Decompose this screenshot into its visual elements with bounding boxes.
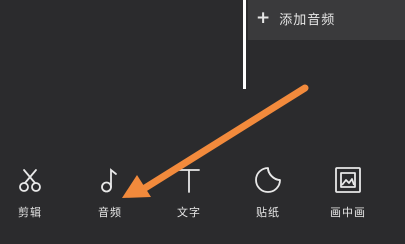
- sticker-icon: [255, 167, 281, 193]
- audio-button[interactable]: 音频: [78, 165, 142, 225]
- bottom-toolbar: 剪辑 音频 文字 贴纸 画中画: [0, 165, 405, 225]
- plus-icon: +: [256, 7, 272, 28]
- playhead[interactable]: [243, 0, 246, 89]
- add-audio-button[interactable]: + 添加音频: [256, 7, 335, 29]
- scissors-icon: [19, 169, 41, 192]
- add-audio-label: 添加音频: [279, 12, 336, 28]
- audio-label: 音频: [98, 206, 122, 219]
- text-button[interactable]: 文字: [157, 165, 221, 225]
- picture-in-picture-button[interactable]: 画中画: [316, 165, 380, 225]
- edit-label: 剪辑: [18, 206, 42, 219]
- picture-in-picture-icon: [335, 167, 361, 193]
- picture-in-picture-label: 画中画: [330, 206, 366, 219]
- sticker-label: 贴纸: [256, 206, 280, 219]
- text-label: 文字: [177, 206, 201, 219]
- text-icon: [178, 169, 200, 193]
- music-note-icon: [101, 168, 117, 193]
- edit-button[interactable]: 剪辑: [0, 165, 62, 225]
- sticker-button[interactable]: 贴纸: [236, 165, 300, 225]
